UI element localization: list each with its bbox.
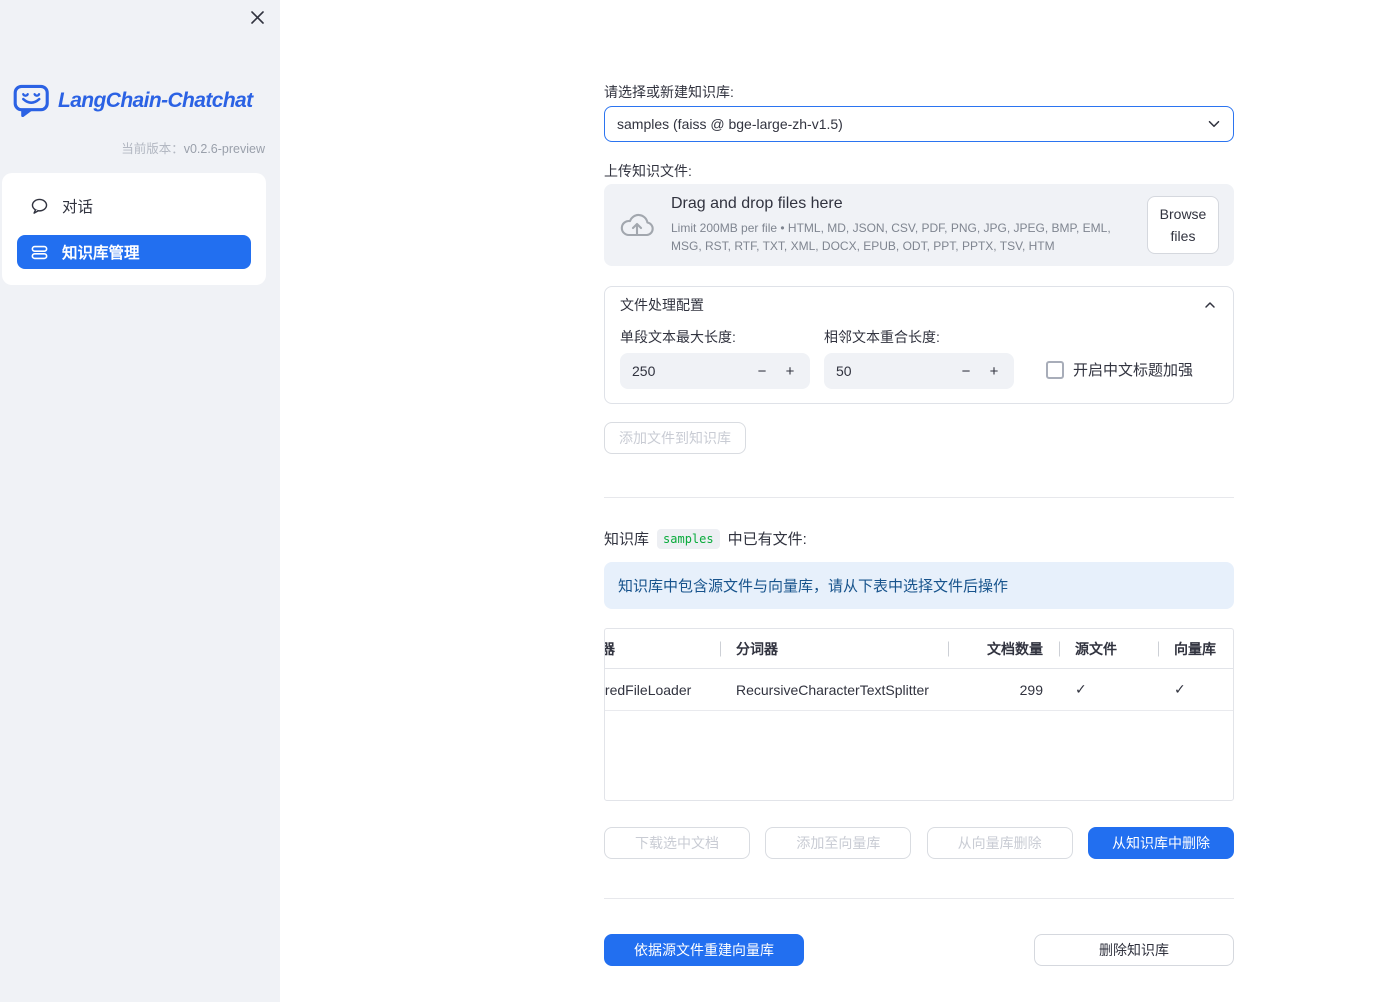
file-dropzone[interactable]: Drag and drop files here Limit 200MB per… [604, 184, 1234, 266]
table-header-vector-store: 向量库 [1158, 639, 1233, 659]
file-config-expander-header[interactable]: 文件处理配置 [605, 287, 1233, 323]
table-header-source-file: 源文件 [1059, 639, 1158, 659]
dropzone-title: Drag and drop files here [671, 195, 843, 213]
file-actions-row: 下载选中文档 添加至向量库 从向量库删除 从知识库中删除 [604, 827, 1234, 859]
sidebar-menu: 对话 知识库管理 [2, 173, 266, 285]
chevron-down-icon [1208, 120, 1220, 128]
chat-bubble-icon [31, 198, 48, 214]
version-info: 当前版本：v0.2.6-preview [0, 138, 265, 157]
chunk-size-label: 单段文本最大长度: [620, 329, 736, 345]
delete-from-kb-button[interactable]: 从知识库中删除 [1087, 827, 1234, 859]
rebuild-vector-store-button[interactable]: 依据源文件重建向量库 [604, 934, 804, 966]
kb-files-suffix: 中已有文件: [727, 531, 807, 548]
kb-select-value: samples (faiss @ bge-large-zh-v1.5) [617, 116, 843, 132]
info-banner-text: 知识库中包含源文件与向量库，请从下表中选择文件后操作 [618, 578, 1009, 595]
overlap-size-label: 相邻文本重合长度: [824, 329, 940, 345]
add-files-to-kb-button[interactable]: 添加文件到知识库 [604, 422, 746, 454]
sidebar-item-label: 知识库管理 [62, 245, 140, 262]
expander-title: 文件处理配置 [620, 297, 704, 313]
table-row[interactable]: UnstructuredFileLoader RecursiveCharacte… [604, 669, 1233, 711]
collection-icon [31, 245, 48, 259]
chunk-size-decrement-button[interactable]: − [748, 363, 776, 380]
overlap-size-group: 相邻文本重合长度: − + [824, 327, 1014, 389]
zh-title-enhance-checkbox[interactable] [1046, 360, 1064, 379]
overlap-size-increment-button[interactable]: + [980, 363, 1008, 380]
kb-files-heading: 知识库 samples 中已有文件: [604, 528, 1234, 549]
dropzone-limit-text: Limit 200MB per file • HTML, MD, JSON, C… [671, 221, 1111, 253]
kb-files-table[interactable]: 文档加载器 分词器 文档数量 源文件 向量库 UnstructuredFileL… [604, 628, 1234, 801]
file-config-body: 单段文本最大长度: − + 相邻文本重合长度: − + 开启中文标题加强 [605, 323, 1233, 403]
table-header-row: 文档加载器 分词器 文档数量 源文件 向量库 [605, 629, 1233, 669]
kb-select-label: 请选择或新建知识库: [604, 84, 734, 100]
version-label: 当前版本： [121, 142, 184, 156]
table-cell-source-file: ✓ [1075, 681, 1087, 697]
upload-label: 上传知识文件: [604, 163, 692, 179]
sidebar-item-knowledge-base[interactable]: 知识库管理 [17, 235, 251, 269]
divider [604, 898, 1234, 899]
table-cell-splitter: RecursiveCharacterTextSplitter [736, 681, 929, 698]
cloud-upload-icon [620, 213, 654, 237]
info-banner: 知识库中包含源文件与向量库，请从下表中选择文件后操作 [604, 562, 1234, 609]
chunk-size-group: 单段文本最大长度: − + [620, 327, 810, 389]
delete-kb-button[interactable]: 删除知识库 [1034, 934, 1234, 966]
file-config-expander: 文件处理配置 单段文本最大长度: − + 相邻文本重合长度: − + [604, 286, 1234, 404]
chevron-up-icon [1205, 302, 1215, 308]
table-cell-doc-count: 299 [1019, 681, 1043, 698]
overlap-size-stepper: − + [824, 353, 1014, 389]
sidebar-close-button[interactable] [247, 7, 267, 27]
sidebar-item-dialogue[interactable]: 对话 [17, 189, 251, 223]
app-logo: LangChain-Chatchat [13, 84, 268, 117]
zh-title-enhance-group: 开启中文标题加强 [1046, 359, 1193, 380]
sidebar: LangChain-Chatchat 当前版本：v0.2.6-preview 对… [0, 0, 280, 1002]
chunk-size-increment-button[interactable]: + [776, 363, 804, 380]
version-value: v0.2.6-preview [183, 142, 265, 156]
dropzone-texts: Drag and drop files here Limit 200MB per… [671, 195, 1131, 255]
download-selected-button[interactable]: 下载选中文档 [604, 827, 750, 859]
divider [604, 497, 1234, 498]
sidebar-item-label: 对话 [62, 199, 94, 216]
browse-files-button[interactable]: Browse files [1147, 195, 1219, 255]
chat-smiley-logo-icon [13, 84, 49, 117]
close-icon [250, 10, 264, 24]
zh-title-enhance-label: 开启中文标题加强 [1073, 362, 1194, 379]
app-title: LangChain-Chatchat [58, 88, 253, 112]
table-header-loader: 文档加载器 [605, 639, 720, 659]
overlap-size-input[interactable] [836, 363, 952, 379]
add-to-vector-store-button[interactable]: 添加至向量库 [765, 827, 912, 859]
table-header-splitter: 分词器 [720, 639, 948, 659]
kb-files-table-inner: 文档加载器 分词器 文档数量 源文件 向量库 UnstructuredFileL… [604, 629, 1233, 711]
kb-management-row: 依据源文件重建向量库 删除知识库 [604, 934, 1234, 966]
kb-files-prefix: 知识库 [604, 531, 650, 548]
chunk-size-input[interactable] [632, 363, 748, 379]
overlap-size-decrement-button[interactable]: − [952, 363, 980, 380]
table-cell-loader: UnstructuredFileLoader [604, 681, 692, 698]
delete-from-vector-store-button[interactable]: 从向量库删除 [926, 827, 1073, 859]
table-header-doc-count: 文档数量 [948, 639, 1059, 659]
kb-select-dropdown[interactable]: samples (faiss @ bge-large-zh-v1.5) [604, 106, 1234, 142]
main-content: 请选择或新建知识库: samples (faiss @ bge-large-zh… [604, 0, 1234, 966]
chunk-size-stepper: − + [620, 353, 810, 389]
table-cell-vector-store: ✓ [1174, 681, 1186, 697]
kb-name-code: samples [657, 528, 720, 549]
